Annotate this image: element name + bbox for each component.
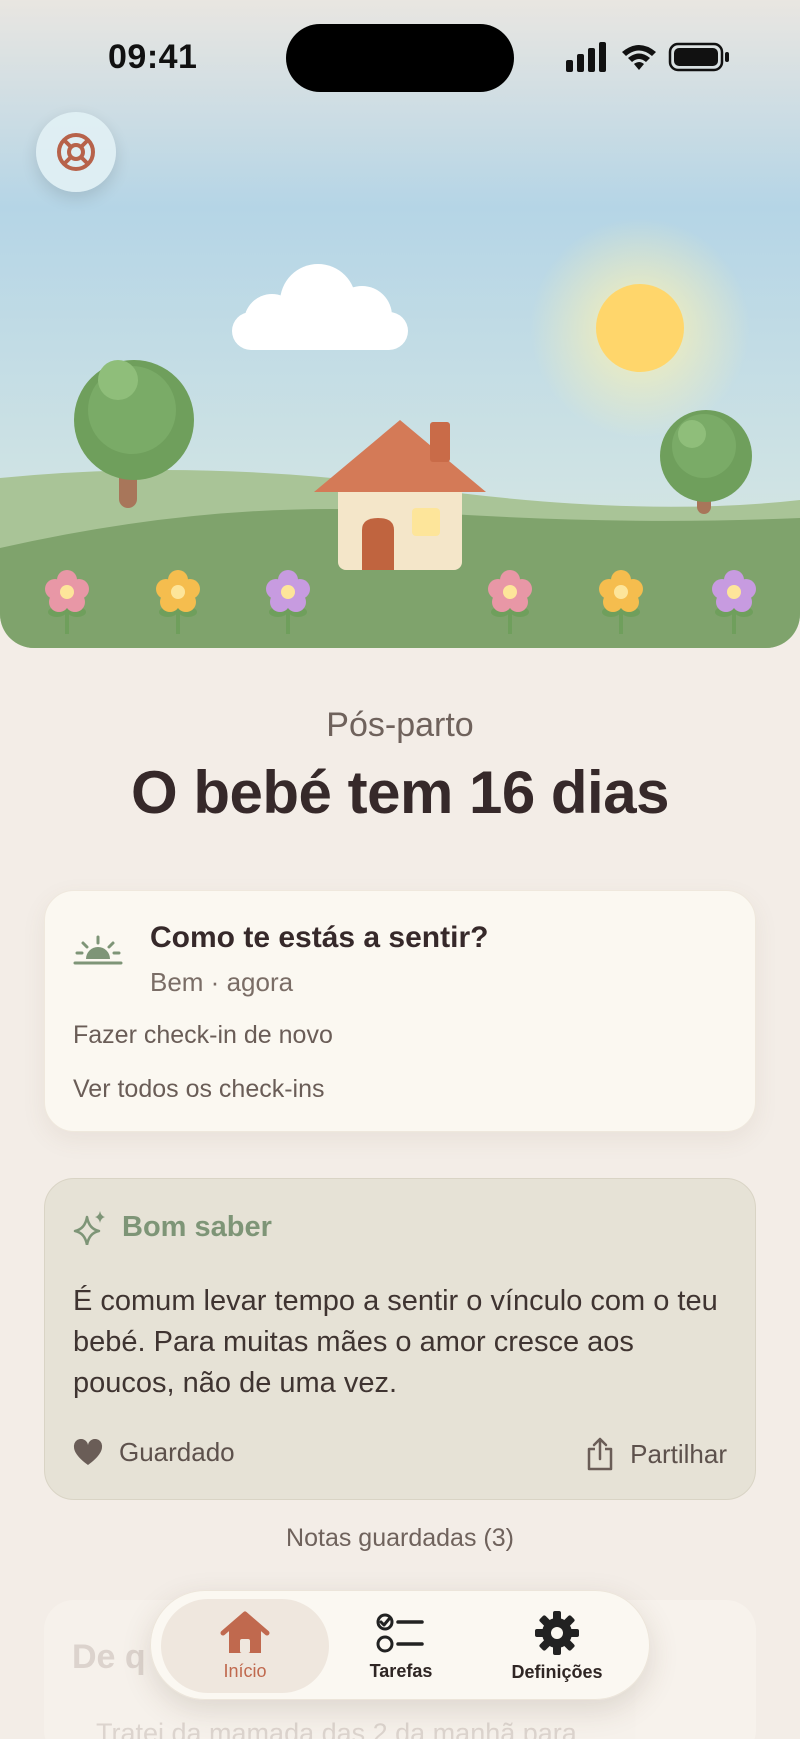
tip-body: É comum levar tempo a sentir o vínculo c… <box>73 1285 718 1399</box>
phase-label: Pós-parto <box>326 706 474 744</box>
saved-notes-link[interactable]: Notas guardadas (3) <box>0 1524 800 1553</box>
checklist-icon <box>376 1613 424 1652</box>
tab-tasks[interactable]: Tarefas <box>317 1599 485 1693</box>
share-button[interactable]: Partilhar <box>586 1437 727 1471</box>
cellular-signal-icon <box>566 42 606 72</box>
journal-card-body: Tratei da mamada das 2 da manhã para <box>96 1718 577 1739</box>
saved-button[interactable]: Guardado <box>73 1437 235 1468</box>
checkin-again-link[interactable]: Fazer check-in de novo <box>73 1021 333 1050</box>
tab-settings[interactable]: Definições <box>473 1599 641 1693</box>
dynamic-island <box>286 24 514 92</box>
sun <box>596 284 684 372</box>
share-label: Partilhar <box>630 1438 727 1469</box>
lifebuoy-icon <box>57 133 95 171</box>
tab-tasks-label: Tarefas <box>369 1660 433 1681</box>
status-bar: 09:41 <box>0 0 800 116</box>
sunrise-icon <box>73 935 123 965</box>
sparkle-icon <box>73 1211 105 1245</box>
tab-bar: Início Tarefas Definições <box>150 1590 650 1700</box>
tab-home-label: Início <box>223 1660 267 1681</box>
checkin-status: Bem · agora <box>150 967 294 997</box>
saved-label: Guardado <box>119 1437 235 1467</box>
checkin-card[interactable]: Como te estás a sentir? Bem · agora Faze… <box>44 890 756 1132</box>
share-icon <box>587 1437 613 1471</box>
tab-settings-label: Definições <box>511 1661 603 1682</box>
journal-card-title: De q <box>72 1638 146 1676</box>
wifi-icon <box>622 45 656 70</box>
tip-card: Bom saber É comum levar tempo a sentir o… <box>44 1178 756 1500</box>
all-checkins-link[interactable]: Ver todos os check-ins <box>73 1075 325 1104</box>
status-time: 09:41 <box>108 38 198 76</box>
tip-label: Bom saber <box>122 1211 272 1243</box>
status-icons <box>566 42 729 72</box>
heart-icon <box>73 1438 103 1465</box>
help-button[interactable] <box>36 112 116 192</box>
baby-age-headline: O bebé tem 16 dias <box>131 759 669 826</box>
battery-icon <box>668 42 729 72</box>
gear-icon <box>535 1610 579 1655</box>
checkin-title: Como te estás a sentir? <box>150 921 489 954</box>
home-icon <box>220 1611 270 1653</box>
tab-home[interactable]: Início <box>161 1599 329 1693</box>
